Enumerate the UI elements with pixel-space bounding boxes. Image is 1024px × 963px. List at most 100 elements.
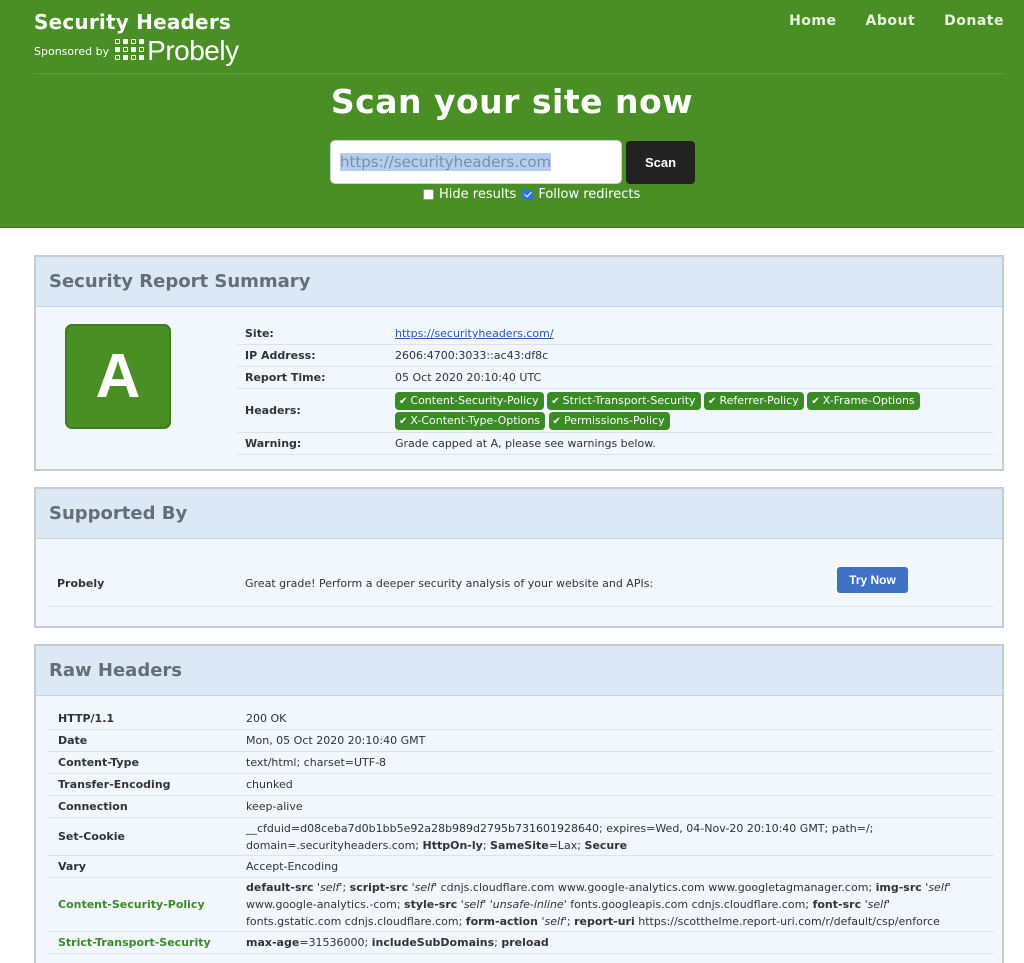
directive-value: 'self' 'unsafe-inline' <box>460 898 567 911</box>
directive-name: style-src <box>404 898 458 911</box>
raw-header-row: Strict-Transport-Security max-age=3153600… <box>48 932 994 954</box>
raw-header-value: keep-alive <box>246 800 303 813</box>
check-icon: ✔ <box>399 395 408 407</box>
probely-logo-icon <box>115 39 145 63</box>
site-label: Site: <box>245 327 274 340</box>
header-pill[interactable]: ✔ Permissions-Policy <box>548 411 670 430</box>
directive-name: Secure <box>584 838 628 852</box>
sponsor-row: Probely Great grade! Perform a deeper se… <box>48 567 994 607</box>
report-time-label: Report Time: <box>245 371 326 384</box>
directive-value: ; <box>482 838 491 852</box>
scan-options: Hide results Follow redirects <box>423 187 646 202</box>
supported-panel: Supported By Probely Great grade! Perfor… <box>34 487 1004 628</box>
raw-header-name: Content-Security-Policy <box>58 898 205 911</box>
header-pill-label: Permissions-Policy <box>563 413 665 427</box>
summary-row-time: Report Time: 05 Oct 2020 20:10:40 UTC <box>237 367 993 389</box>
header-pill[interactable]: ✔ X-Frame-Options <box>807 391 920 410</box>
directive-value: www.google-analytics.-com; <box>246 898 401 911</box>
directive-name: max-age <box>246 936 300 949</box>
raw-headers-panel: Raw Headers HTTP/1.1 200 OK Date Mon, 05 Oc… <box>34 644 1004 963</box>
summary-panel: Security Report Summary A Site: https://… <box>34 255 1004 471</box>
check-icon: ✔ <box>399 415 408 427</box>
raw-header-value: 200 OK <box>246 712 287 725</box>
raw-header-row: Transfer-Encoding chunked <box>48 774 994 796</box>
check-icon: ✔ <box>811 395 820 407</box>
scan-button[interactable]: Scan <box>626 141 695 184</box>
raw-header-name: Set-Cookie <box>58 830 125 843</box>
header-pills: ✔ Content-Security-Policy ✔ Strict-Transpo… <box>395 391 993 431</box>
raw-header-row: Connection keep-alive <box>48 796 994 818</box>
sponsor-text: Great grade! Perform a deeper security a… <box>245 577 654 590</box>
summary-title: Security Report Summary <box>36 257 1002 307</box>
summary-row-site: Site: https://securityheaders.com/ <box>237 323 993 345</box>
summary-table: Site: https://securityheaders.com/ IP Ad… <box>237 323 993 455</box>
raw-header-value: text/html; charset=UTF-8 <box>246 756 387 769</box>
grade-badge: A <box>65 324 171 429</box>
directive-name: report-uri <box>574 915 635 928</box>
header-pill-label: X-Frame-Options <box>822 393 915 407</box>
directive-value: 'self' <box>541 915 567 928</box>
report-time-value: 05 Oct 2020 20:10:40 UTC <box>395 371 542 384</box>
site-link[interactable]: https://securityheaders.com/ <box>395 327 554 340</box>
header-pill-label: Content-Security-Policy <box>410 393 539 407</box>
follow-redirects-label[interactable]: Follow redirects <box>538 187 640 202</box>
sponsor-logo[interactable]: Sponsored by Probely <box>34 35 239 66</box>
scan-url-value: https://securityheaders.com <box>340 153 552 171</box>
directive-name: SameSite <box>490 838 549 852</box>
directive-value: 'self' <box>925 881 951 894</box>
summary-row-warning: Warning: Grade capped at A, please see w… <box>237 433 993 455</box>
hide-results-checkbox[interactable] <box>423 189 434 200</box>
brand-title[interactable]: Security Headers <box>34 10 231 34</box>
raw-header-row: Set-Cookie __cfduid=d08ceba7d0b1bb5e92a28… <box>48 818 994 856</box>
raw-header-name: Strict-Transport-Security <box>58 936 211 949</box>
directive-value: 'self' <box>411 881 438 894</box>
directive-name: font-src <box>812 898 862 911</box>
raw-header-value: max-age=31536000; includeSubDomains; pre… <box>246 934 994 951</box>
probely-wordmark: Probely <box>147 35 239 66</box>
raw-header-value: __cfduid=d08ceba7d0b1bb5e92a28b989d2795b… <box>246 820 994 854</box>
directive-value: fonts.googleapis.com cdnjs.cloudflare.co… <box>570 898 810 911</box>
header-pill[interactable]: ✔ Referrer-Policy <box>704 391 804 410</box>
warning-label: Warning: <box>245 437 302 450</box>
follow-redirects-checkbox[interactable] <box>522 189 534 200</box>
try-now-button[interactable]: Try Now <box>837 567 908 593</box>
ip-value: 2606:4700:3033::ac43:df8c <box>395 349 549 362</box>
warning-value: Grade capped at A, please see warnings b… <box>395 437 656 450</box>
header-pill[interactable]: ✔ Content-Security-Policy <box>395 391 544 410</box>
directive-value: https://scotthelme.report-uri.com/r/defa… <box>638 915 940 928</box>
site-header: Security Headers Sponsored by Probely Ho… <box>0 0 1024 228</box>
raw-headers-table: HTTP/1.1 200 OK Date Mon, 05 Oct 2020 20:10… <box>48 708 994 954</box>
directive-value: cdnjs.cloudflare.com www.google-analytic… <box>440 881 873 894</box>
top-nav: Home About Donate <box>760 13 1004 29</box>
headers-label: Headers: <box>245 404 301 417</box>
header-pill-label: Referrer-Policy <box>719 393 799 407</box>
sponsored-by-text: Sponsored by <box>34 44 110 58</box>
supported-title: Supported By <box>36 489 1002 539</box>
nav-home-link[interactable]: Home <box>789 13 836 29</box>
scan-title: Scan your site now <box>330 82 694 121</box>
directive-name: script-src <box>349 881 409 894</box>
header-pill[interactable]: ✔ Strict-Transport-Security <box>547 391 701 410</box>
raw-header-value: chunked <box>246 778 293 791</box>
nav-donate-link[interactable]: Donate <box>944 13 1004 29</box>
raw-header-value: default-src 'self'; script-src 'self' cd… <box>246 881 951 928</box>
scan-url-input[interactable]: https://securityheaders.com <box>330 140 622 184</box>
header-pill-label: X-Content-Type-Options <box>410 413 541 427</box>
raw-header-name: Vary <box>58 860 86 873</box>
nav-about-link[interactable]: About <box>866 13 916 29</box>
sponsor-name: Probely <box>57 577 105 590</box>
summary-row-headers: Headers: ✔ Content-Security-Policy ✔ Stric… <box>237 389 993 433</box>
hide-results-label[interactable]: Hide results <box>439 187 516 202</box>
ip-label: IP Address: <box>245 349 316 362</box>
header-pill-label: Strict-Transport-Security <box>562 393 696 407</box>
header-pill[interactable]: ✔ X-Content-Type-Options <box>395 411 546 430</box>
raw-headers-title: Raw Headers <box>36 646 1002 696</box>
check-icon: ✔ <box>708 395 717 407</box>
check-icon: ✔ <box>551 395 560 407</box>
directive-value: 'self' <box>864 898 891 911</box>
header-divider <box>34 73 1004 74</box>
directive-value: =31536000; <box>299 936 372 949</box>
raw-header-name: Transfer-Encoding <box>58 778 171 791</box>
directive-name: includeSubDomains <box>371 936 495 949</box>
directive-value: =Lax; <box>548 838 585 852</box>
